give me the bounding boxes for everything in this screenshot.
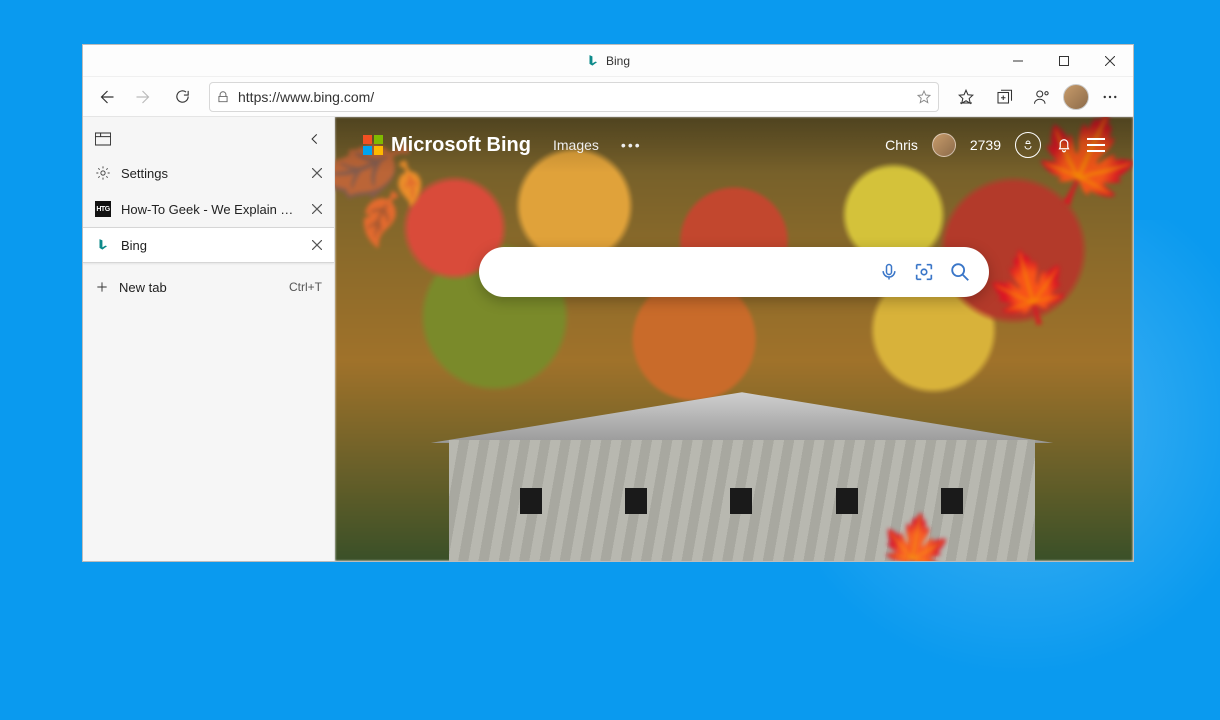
- toolbar: [83, 77, 1133, 117]
- window-title: Bing: [606, 54, 630, 68]
- page-content: 🍁 🍁 🍂 🍁 Microsoft Bing Images ••• Chris …: [335, 117, 1133, 561]
- bing-user-name[interactable]: Chris: [885, 137, 918, 153]
- minimize-button[interactable]: [995, 45, 1041, 76]
- user-avatar[interactable]: [1063, 84, 1089, 110]
- new-tab-label: New tab: [119, 280, 167, 295]
- new-tab-button[interactable]: New tab Ctrl+T: [83, 269, 334, 305]
- main-area: Settings HTG How-To Geek - We Explain Te…: [83, 117, 1133, 561]
- lock-icon: [216, 90, 230, 104]
- tab-bing[interactable]: Bing: [83, 227, 334, 263]
- titlebar[interactable]: Bing: [83, 45, 1133, 77]
- bing-icon: [586, 54, 600, 68]
- favorites-button[interactable]: [949, 81, 983, 113]
- voice-search-icon[interactable]: [879, 262, 899, 282]
- close-tab-icon[interactable]: [308, 164, 326, 182]
- bing-background-image: 🍁 🍁 🍂 🍁: [335, 117, 1133, 561]
- htg-favicon: HTG: [95, 201, 111, 217]
- tab-label: Settings: [121, 166, 298, 181]
- window-controls: [995, 45, 1133, 76]
- rewards-icon[interactable]: [1015, 132, 1041, 158]
- tab-label: How-To Geek - We Explain Technology: [121, 202, 298, 217]
- plus-icon: [95, 280, 109, 294]
- forward-button[interactable]: [127, 81, 161, 113]
- bing-logo-text: Microsoft Bing: [391, 134, 531, 157]
- tab-howtogeek[interactable]: HTG How-To Geek - We Explain Technology: [83, 191, 334, 227]
- hamburger-menu-icon[interactable]: [1087, 138, 1105, 152]
- notifications-icon[interactable]: [1055, 136, 1073, 154]
- close-button[interactable]: [1087, 45, 1133, 76]
- bing-favicon: [95, 237, 111, 253]
- nav-images-link[interactable]: Images: [553, 137, 599, 153]
- collections-button[interactable]: [987, 81, 1021, 113]
- collapse-tabs-button[interactable]: [308, 132, 322, 146]
- image-search-icon[interactable]: [913, 261, 935, 283]
- back-button[interactable]: [89, 81, 123, 113]
- bing-search-box[interactable]: [479, 247, 989, 297]
- tab-settings[interactable]: Settings: [83, 155, 334, 191]
- tabs-icon[interactable]: [95, 132, 111, 146]
- close-tab-icon[interactable]: [308, 236, 326, 254]
- refresh-button[interactable]: [165, 81, 199, 113]
- vertical-tabs-pane: Settings HTG How-To Geek - We Explain Te…: [83, 117, 335, 561]
- bing-logo[interactable]: Microsoft Bing: [363, 134, 531, 157]
- url-input[interactable]: [238, 89, 908, 105]
- maximize-button[interactable]: [1041, 45, 1087, 76]
- gear-icon: [95, 165, 111, 181]
- search-icon[interactable]: [949, 261, 971, 283]
- nav-more-icon[interactable]: •••: [621, 137, 642, 153]
- browser-window: Bing: [82, 44, 1134, 562]
- bing-header: Microsoft Bing Images ••• Chris 2739: [335, 117, 1133, 173]
- microsoft-logo-icon: [363, 135, 383, 155]
- window-title-group: Bing: [586, 54, 630, 68]
- new-tab-shortcut: Ctrl+T: [289, 280, 322, 294]
- profile-menu-button[interactable]: [1025, 81, 1059, 113]
- vertical-tabs-header: [83, 123, 334, 155]
- close-tab-icon[interactable]: [308, 200, 326, 218]
- more-menu-button[interactable]: [1093, 81, 1127, 113]
- search-input[interactable]: [497, 263, 865, 281]
- tab-label: Bing: [121, 238, 298, 253]
- favorite-star-icon[interactable]: [916, 89, 932, 105]
- address-bar[interactable]: [209, 82, 939, 112]
- bing-user-avatar[interactable]: [932, 133, 956, 157]
- rewards-points[interactable]: 2739: [970, 137, 1001, 153]
